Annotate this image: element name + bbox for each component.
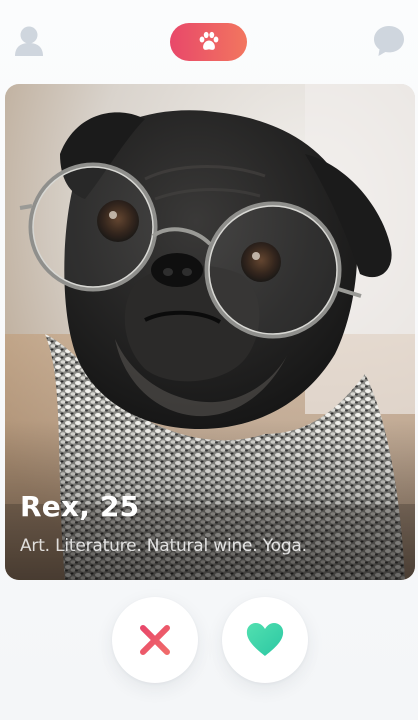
messages-button[interactable] <box>370 22 408 60</box>
close-icon <box>140 625 170 655</box>
paw-icon <box>199 31 218 50</box>
user-icon <box>15 26 43 56</box>
profile-card[interactable]: Rex, 25 Art. Literature. Natural wine. Y… <box>5 84 415 580</box>
chat-bubble-icon <box>374 26 404 56</box>
profile-button[interactable] <box>10 22 48 60</box>
like-button[interactable] <box>222 597 308 683</box>
profile-name-age: Rex, 25 <box>20 490 140 523</box>
brand-logo-button[interactable] <box>170 23 247 61</box>
dislike-button[interactable] <box>112 597 198 683</box>
top-bar <box>0 0 418 82</box>
profile-bio: Art. Literature. Natural wine. Yoga. <box>20 536 307 556</box>
heart-icon <box>246 623 284 656</box>
